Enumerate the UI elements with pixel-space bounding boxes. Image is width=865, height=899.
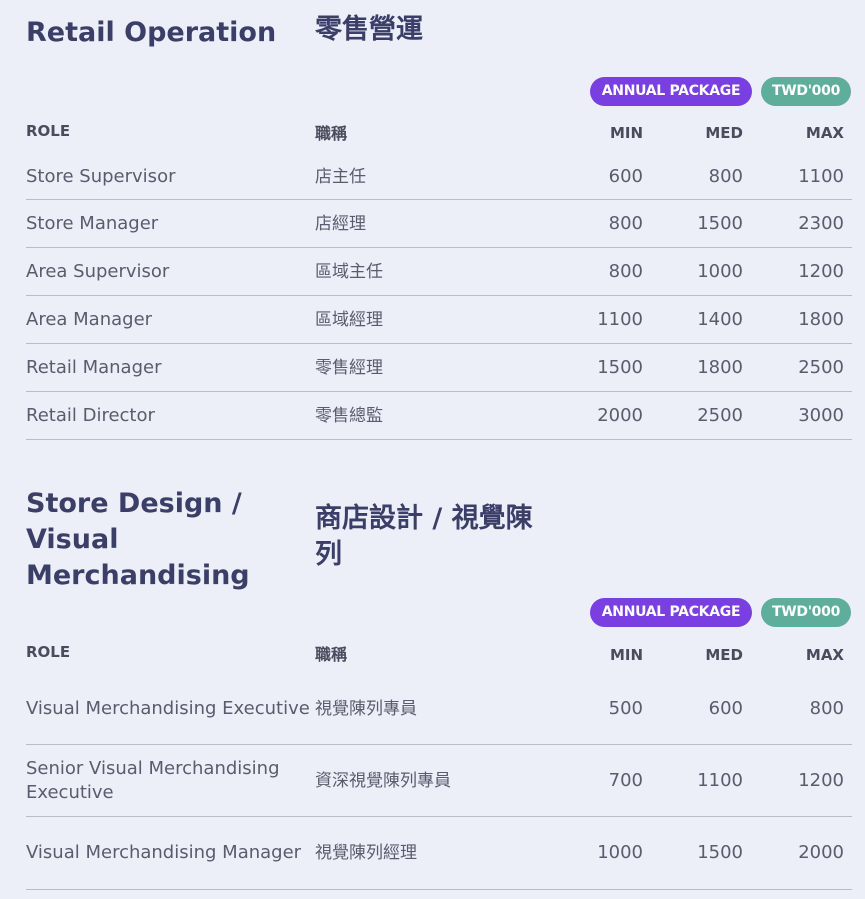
cell-role: Area Manager (26, 308, 153, 330)
cell-zh: 店經理 (315, 213, 366, 234)
cell-zh: 零售總監 (315, 405, 383, 426)
column-header-zh: 職稱 (315, 124, 348, 143)
cell-zh: 店主任 (315, 167, 366, 187)
table-row: Visual Merchandising Manager 視覺陳列經理 1000… (26, 817, 852, 890)
column-header-zh: 職稱 (315, 645, 348, 664)
cell-max: 1800 (798, 308, 844, 330)
cell-min: 1000 (597, 842, 643, 863)
cell-role: Store Supervisor (26, 166, 176, 187)
cell-role: Visual Merchandising Manager (26, 842, 302, 863)
cell-max: 2300 (798, 212, 844, 234)
cell-zh: 資深視覺陳列專員 (315, 770, 451, 791)
cell-med: 1500 (697, 842, 743, 863)
column-header-max: MAX (805, 124, 844, 142)
cell-med: 1000 (697, 260, 743, 282)
cell-min: 500 (608, 697, 643, 719)
cell-zh: 零售經理 (315, 357, 383, 378)
cell-max: 3000 (798, 404, 844, 426)
cell-role: Store Manager (26, 212, 159, 234)
column-header-med: MED (705, 124, 743, 142)
table-row: Store Supervisor 店主任 600 800 1100 (26, 155, 852, 200)
table-row: Senior Visual Merchandising Executive 資深… (26, 745, 852, 817)
cell-zh: 視覺陳列經理 (315, 843, 417, 863)
cell-min: 600 (608, 166, 643, 187)
cell-min: 1500 (597, 356, 643, 378)
cell-role: Retail Director (26, 404, 155, 426)
cell-med: 600 (708, 697, 743, 719)
cell-max: 2000 (798, 842, 844, 863)
section-title-zh: 商店設計 / 視覺陳列 (315, 503, 533, 570)
cell-zh: 區域主任 (315, 261, 383, 282)
table-row: Area Supervisor 區域主任 800 1000 1200 (26, 248, 852, 296)
table-row: Area Manager 區域經理 1100 1400 1800 (26, 296, 852, 344)
table-row: Retail Manager 零售經理 1500 1800 2500 (26, 344, 852, 392)
cell-med: 800 (708, 166, 743, 187)
column-header-role: ROLE (26, 122, 71, 140)
cell-min: 1100 (597, 308, 643, 330)
cell-max: 800 (809, 697, 844, 719)
column-header-min: MIN (609, 646, 643, 664)
cell-med: 1500 (697, 212, 743, 234)
cell-zh: 視覺陳列專員 (315, 698, 417, 719)
column-header-max: MAX (805, 646, 844, 664)
cell-role: Senior Visual Merchandising Executive (26, 757, 280, 803)
column-header-role: ROLE (26, 643, 71, 661)
column-header-med: MED (705, 646, 743, 664)
table-row: Retail Director 零售總監 2000 2500 3000 (26, 392, 852, 440)
section-title-en: Store Design / Visual Merchandising (26, 488, 250, 591)
cell-med: 1400 (697, 308, 743, 330)
cell-med: 2500 (697, 404, 743, 426)
cell-role: Area Supervisor (26, 260, 170, 282)
table-row: Store Manager 店經理 800 1500 2300 (26, 200, 852, 248)
cell-max: 1200 (798, 769, 844, 791)
cell-role: Visual Merchandising Executive (26, 697, 310, 719)
cell-med: 1100 (697, 769, 743, 791)
cell-med: 1800 (697, 356, 743, 378)
currency-badge: TWD'000 (761, 77, 851, 106)
cell-max: 1100 (798, 166, 844, 187)
table-row: Visual Merchandising Executive 視覺陳列專員 50… (26, 673, 852, 745)
cell-role: Retail Manager (26, 356, 162, 378)
cell-min: 700 (608, 769, 643, 791)
currency-badge: TWD'000 (761, 598, 851, 627)
cell-max: 1200 (798, 260, 844, 282)
section-title-zh: 零售營運 (315, 14, 423, 45)
cell-min: 2000 (597, 404, 643, 426)
annual-package-badge: ANNUAL PACKAGE (590, 598, 752, 627)
cell-max: 2500 (798, 356, 844, 378)
cell-zh: 區域經理 (315, 309, 383, 330)
section-title-en: Retail Operation (26, 17, 277, 48)
cell-min: 800 (608, 260, 643, 282)
annual-package-badge: ANNUAL PACKAGE (590, 77, 752, 106)
cell-min: 800 (608, 212, 643, 234)
column-header-min: MIN (609, 124, 643, 142)
